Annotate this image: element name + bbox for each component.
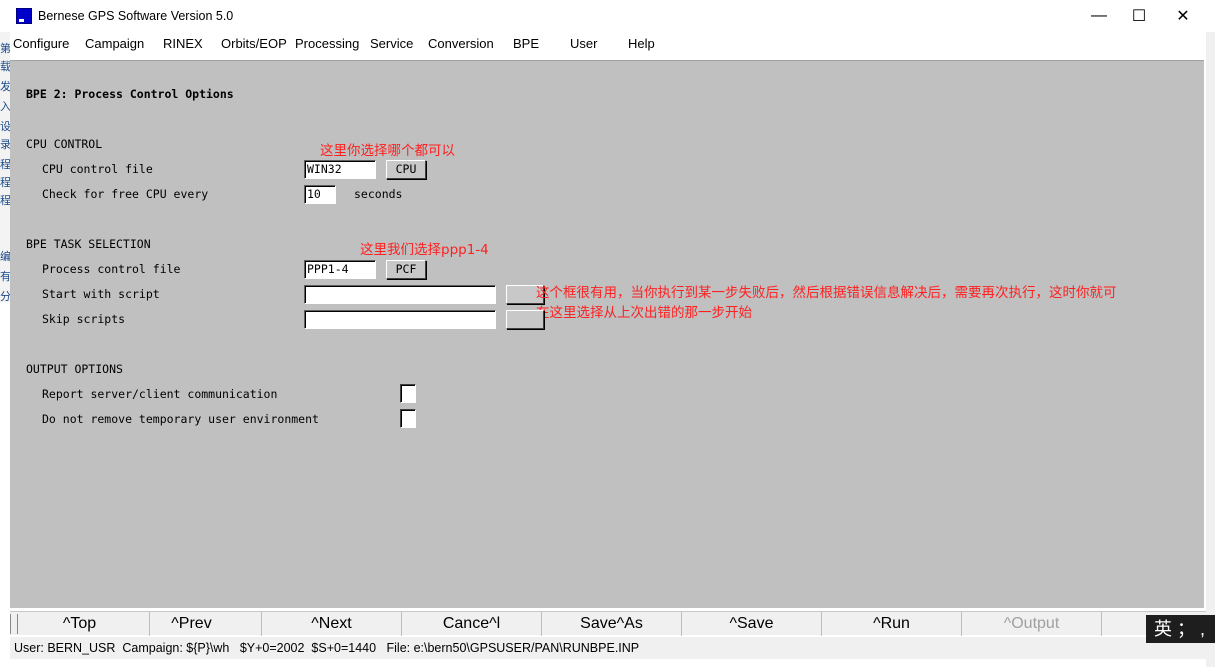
main-panel: BPE 2: Process Control Options CPU CONTR…: [10, 60, 1204, 608]
section-title-bpe-task: BPE TASK SELECTION: [26, 237, 151, 251]
save-button[interactable]: ^Save: [682, 612, 822, 636]
menu-configure[interactable]: Configure: [13, 36, 69, 51]
start-script-label: Start with script: [42, 287, 160, 301]
app-icon: [16, 8, 32, 24]
annotation-start-line2: 在这里选择从上次出错的那一步开始: [536, 305, 752, 321]
window-title: Bernese GPS Software Version 5.0: [38, 9, 234, 23]
bg-char: 有: [0, 271, 10, 283]
pcf-label: Process control file: [42, 262, 181, 276]
no-remove-env-checkbox[interactable]: [400, 409, 416, 428]
bottom-toolbar: ^Top ^Prev ^Next Cance^l Save^As ^Save ^…: [10, 611, 1206, 636]
status-year: $Y+0=2002: [239, 641, 305, 655]
bg-char: 编: [0, 251, 10, 263]
status-bar: User: BERN_USR Campaign: ${P}\wh $Y+0=20…: [10, 637, 1206, 659]
bg-char: 程: [0, 177, 10, 189]
check-cpu-input[interactable]: 10: [304, 185, 336, 204]
status-campaign: Campaign: ${P}\wh: [122, 641, 230, 655]
no-remove-env-label: Do not remove temporary user environment: [42, 412, 319, 426]
pcf-button[interactable]: PCF: [386, 260, 426, 279]
output-button: ^Output: [962, 612, 1102, 636]
status-session: $S+0=1440: [311, 641, 377, 655]
section-title-cpu: CPU CONTROL: [26, 137, 103, 151]
menu-bar: Configure Campaign RINEX Orbits/EOP Proc…: [10, 32, 1206, 56]
skip-scripts-label: Skip scripts: [42, 312, 126, 326]
report-comm-label: Report server/client communication: [42, 387, 278, 401]
check-cpu-label: Check for free CPU every: [42, 187, 209, 201]
menu-service[interactable]: Service: [370, 36, 413, 51]
menu-rinex[interactable]: RINEX: [163, 36, 203, 51]
skip-scripts-select-button[interactable]: [506, 310, 544, 329]
bg-char: 程: [0, 195, 10, 207]
cpu-button[interactable]: CPU: [386, 160, 426, 179]
pcf-input[interactable]: PPP1-4: [304, 260, 376, 279]
menu-orbits-eop[interactable]: Orbits/EOP: [221, 36, 287, 51]
status-file: File: e:\bern50\GPSUSER/PAN\RUNBPE.INP: [386, 641, 640, 655]
close-button[interactable]: ✕: [1160, 0, 1206, 32]
bg-char: 录: [0, 139, 10, 151]
menu-campaign[interactable]: Campaign: [85, 36, 144, 51]
menu-processing[interactable]: Processing: [295, 36, 359, 51]
skip-scripts-input[interactable]: [304, 310, 496, 329]
cpu-file-label: CPU control file: [42, 162, 153, 176]
bg-char: 设: [0, 121, 10, 133]
bg-char: 入: [0, 101, 10, 113]
ime-indicator[interactable]: 英 ； ,: [1146, 615, 1215, 643]
menu-bpe[interactable]: BPE: [513, 36, 539, 51]
background-window-strip: 第 载 发 入 设 录 程 程 程 编 有 分: [0, 32, 10, 303]
run-button[interactable]: ^Run: [822, 612, 962, 636]
annotation-start-line1: 这个框很有用，当你执行到某一步失败后，然后根据错误信息解决后，需要再次执行，这时…: [536, 285, 1117, 301]
maximize-button[interactable]: ☐: [1116, 0, 1162, 32]
section-title-output: OUTPUT OPTIONS: [26, 362, 123, 376]
menu-user[interactable]: User: [570, 36, 597, 51]
report-comm-checkbox[interactable]: [400, 384, 416, 403]
cancel-button[interactable]: Cance^l: [402, 612, 542, 636]
prev-button[interactable]: ^Prev: [122, 612, 262, 636]
bg-char: 载: [0, 61, 10, 73]
title-bar: Bernese GPS Software Version 5.0 — ☐ ✕: [0, 0, 1215, 32]
annotation-cpu: 这里你选择哪个都可以: [320, 143, 455, 159]
check-cpu-unit: seconds: [354, 187, 403, 201]
menu-conversion[interactable]: Conversion: [428, 36, 494, 51]
bg-char: 发: [0, 81, 10, 93]
start-script-input[interactable]: [304, 285, 496, 304]
right-window-edge: [1206, 32, 1215, 667]
cpu-file-input[interactable]: WIN32: [304, 160, 376, 179]
bg-char: 分: [0, 291, 10, 303]
menu-help[interactable]: Help: [628, 36, 655, 51]
page-title: BPE 2: Process Control Options: [26, 87, 234, 101]
bg-char: 第: [0, 43, 10, 55]
bg-char: 程: [0, 159, 10, 171]
annotation-pcf: 这里我们选择ppp1-4: [360, 242, 489, 258]
save-as-button[interactable]: Save^As: [542, 612, 682, 636]
status-user: User: BERN_USR: [14, 641, 116, 655]
next-button[interactable]: ^Next: [262, 612, 402, 636]
